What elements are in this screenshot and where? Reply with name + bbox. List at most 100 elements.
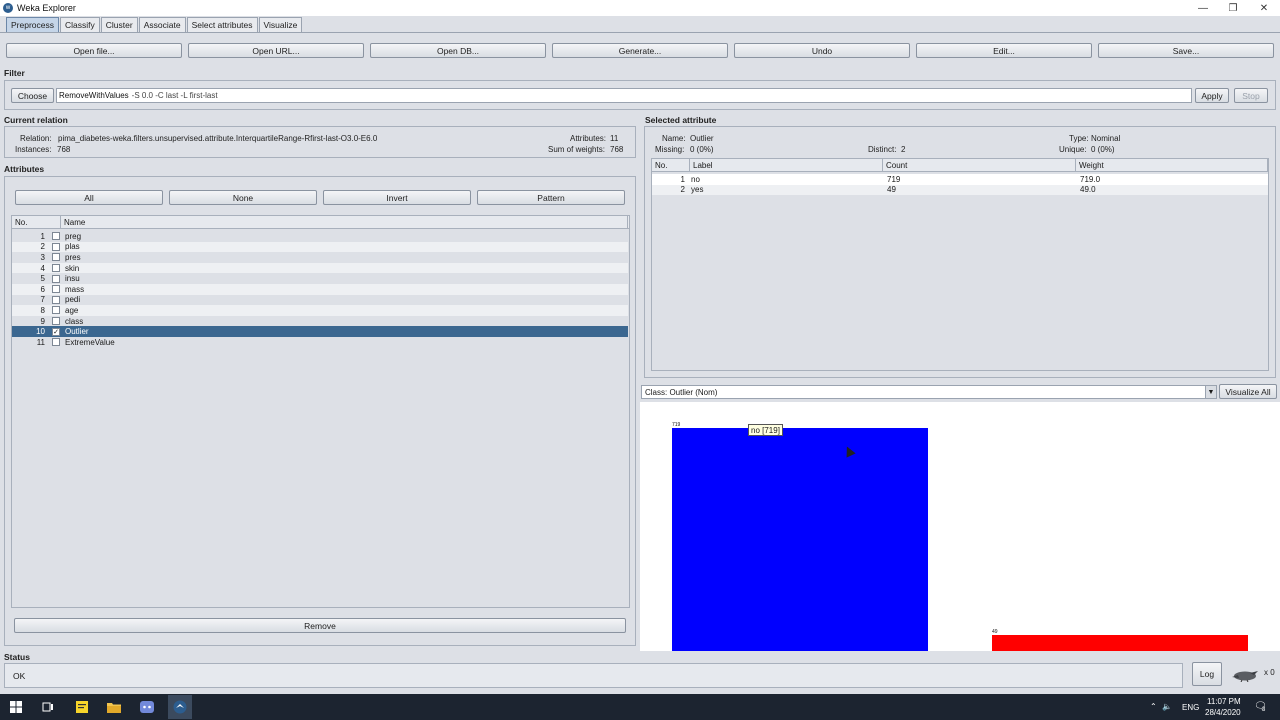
attribute-checkbox[interactable] xyxy=(52,232,60,241)
clock-date[interactable]: 28/4/2020 xyxy=(1205,708,1241,717)
col-count-header[interactable]: Count xyxy=(883,159,1076,171)
attribute-row[interactable]: 11 ExtremeValue xyxy=(12,337,628,348)
attribute-checkbox[interactable]: ✓ xyxy=(52,327,60,336)
bar-tooltip: no [719] xyxy=(748,424,783,436)
label-weight: 719.0 xyxy=(1080,174,1101,184)
histogram-bar-yes[interactable] xyxy=(992,635,1248,651)
col-label-header[interactable]: Label xyxy=(690,159,883,171)
col-no-header[interactable]: No. xyxy=(12,216,61,228)
attribute-name: Outlier xyxy=(65,327,89,337)
label-stats-row[interactable]: 2 yes 49 49.0 xyxy=(652,184,1268,196)
attribute-name: plas xyxy=(65,242,80,252)
col-name-header[interactable]: Name xyxy=(61,216,628,228)
open-db-button[interactable]: Open DB... xyxy=(370,43,546,58)
filter-field[interactable]: RemoveWithValues -S 0.0 -C last -L first… xyxy=(56,88,1192,103)
attribute-name: pres xyxy=(65,252,81,262)
attribute-row[interactable]: 7 pedi xyxy=(12,295,628,306)
window-title: Weka Explorer xyxy=(17,3,76,13)
invert-selection-button[interactable]: Invert xyxy=(323,190,471,205)
close-button[interactable]: ✕ xyxy=(1249,0,1279,16)
attribute-row[interactable]: 2 plas xyxy=(12,241,628,253)
attribute-name: pedi xyxy=(65,295,81,305)
attribute-row[interactable]: 9 class xyxy=(12,316,628,327)
sticky-notes-icon[interactable] xyxy=(72,697,92,717)
status-text: OK xyxy=(13,670,26,681)
stop-button[interactable]: Stop xyxy=(1234,88,1268,103)
attribute-no: 4 xyxy=(40,263,45,273)
log-button[interactable]: Log xyxy=(1192,662,1222,686)
tab-visualize[interactable]: Visualize xyxy=(258,17,303,32)
sel-distinct-value: 2 xyxy=(901,145,906,154)
attribute-no: 10 xyxy=(36,327,45,337)
histogram-bar-no[interactable] xyxy=(672,428,928,651)
sel-distinct-label: Distinct: xyxy=(868,145,897,154)
clock-time[interactable]: 11:07 PM xyxy=(1207,697,1241,706)
label-count: 719 xyxy=(887,174,901,184)
chevron-down-icon[interactable]: ▼ xyxy=(1205,386,1216,398)
attribute-checkbox[interactable] xyxy=(52,253,60,262)
tab-preprocess[interactable]: Preprocess xyxy=(6,17,59,32)
windows-taskbar xyxy=(0,694,1280,720)
attribute-name: ExtremeValue xyxy=(65,337,115,347)
title-bar: w Weka Explorer xyxy=(0,0,1280,16)
attributes-section-title: Attributes xyxy=(4,164,45,174)
attribute-row[interactable]: 5 insu xyxy=(12,273,628,284)
task-view-icon[interactable] xyxy=(38,697,58,717)
attribute-checkbox[interactable] xyxy=(52,274,60,283)
volume-icon[interactable]: 🔈 xyxy=(1162,702,1172,711)
attribute-row[interactable]: 4 skin xyxy=(12,262,628,274)
tab-cluster[interactable]: Cluster xyxy=(100,17,138,32)
discord-icon[interactable] xyxy=(137,697,157,717)
notification-count: 3 xyxy=(1262,707,1266,713)
attribute-checkbox[interactable] xyxy=(52,285,60,294)
tray-chevron-icon[interactable]: ⌃ xyxy=(1150,702,1157,711)
relation-value: pima_diabetes-weka.filters.unsupervised.… xyxy=(58,134,378,143)
minimize-button[interactable]: — xyxy=(1188,0,1218,16)
tab-classify[interactable]: Classify xyxy=(60,17,100,32)
attribute-no: 2 xyxy=(40,242,45,252)
tab-select-attributes[interactable]: Select attributes xyxy=(186,17,258,32)
label-no: 1 xyxy=(680,174,685,184)
open-url-button[interactable]: Open URL... xyxy=(188,43,364,58)
task-count: x 0 xyxy=(1264,668,1275,677)
choose-filter-button[interactable]: Choose xyxy=(11,88,54,103)
attribute-checkbox[interactable] xyxy=(52,338,60,347)
weka-bird-icon[interactable] xyxy=(1230,668,1260,682)
col-weight-header[interactable]: Weight xyxy=(1076,159,1268,171)
select-all-button[interactable]: All xyxy=(15,190,163,205)
label-stats-header: No. Label Count Weight xyxy=(652,159,1268,172)
pattern-button[interactable]: Pattern xyxy=(477,190,625,205)
attribute-row[interactable]: 6 mass xyxy=(12,284,628,295)
weka-taskbar-icon[interactable] xyxy=(168,695,192,719)
open-file-button[interactable]: Open file... xyxy=(6,43,182,58)
restore-button[interactable]: ❐ xyxy=(1218,0,1248,16)
visualize-all-button[interactable]: Visualize All xyxy=(1219,384,1277,399)
attribute-checkbox[interactable] xyxy=(52,264,60,273)
apply-button[interactable]: Apply xyxy=(1195,88,1229,103)
class-selector[interactable]: Class: Outlier (Nom) ▼ xyxy=(641,385,1217,399)
edit-button[interactable]: Edit... xyxy=(916,43,1092,58)
attribute-checkbox[interactable] xyxy=(52,317,60,326)
attribute-no: 3 xyxy=(40,252,45,262)
attribute-no: 7 xyxy=(40,295,45,305)
tab-associate[interactable]: Associate xyxy=(138,17,186,32)
attribute-row[interactable]: 1 preg xyxy=(12,231,628,242)
windows-start-icon[interactable] xyxy=(6,697,26,717)
save-button[interactable]: Save... xyxy=(1098,43,1274,58)
undo-button[interactable]: Undo xyxy=(734,43,910,58)
instances-value: 768 xyxy=(57,145,71,154)
select-none-button[interactable]: None xyxy=(169,190,317,205)
attribute-checkbox[interactable] xyxy=(52,242,60,251)
attribute-checkbox[interactable] xyxy=(52,306,60,315)
attribute-row-selected[interactable]: 10 ✓ Outlier xyxy=(12,326,628,337)
label-stats-row[interactable]: 1 no 719 719.0 xyxy=(652,174,1268,185)
class-histogram[interactable]: no [719] 719 49 xyxy=(640,402,1280,651)
generate-button[interactable]: Generate... xyxy=(552,43,728,58)
file-explorer-icon[interactable] xyxy=(104,697,124,717)
attribute-row[interactable]: 8 age xyxy=(12,305,628,316)
attribute-row[interactable]: 3 pres xyxy=(12,252,628,263)
remove-button[interactable]: Remove xyxy=(14,618,626,633)
language-indicator[interactable]: ENG xyxy=(1182,703,1199,712)
col-no-header[interactable]: No. xyxy=(652,159,690,171)
attribute-checkbox[interactable] xyxy=(52,295,60,304)
